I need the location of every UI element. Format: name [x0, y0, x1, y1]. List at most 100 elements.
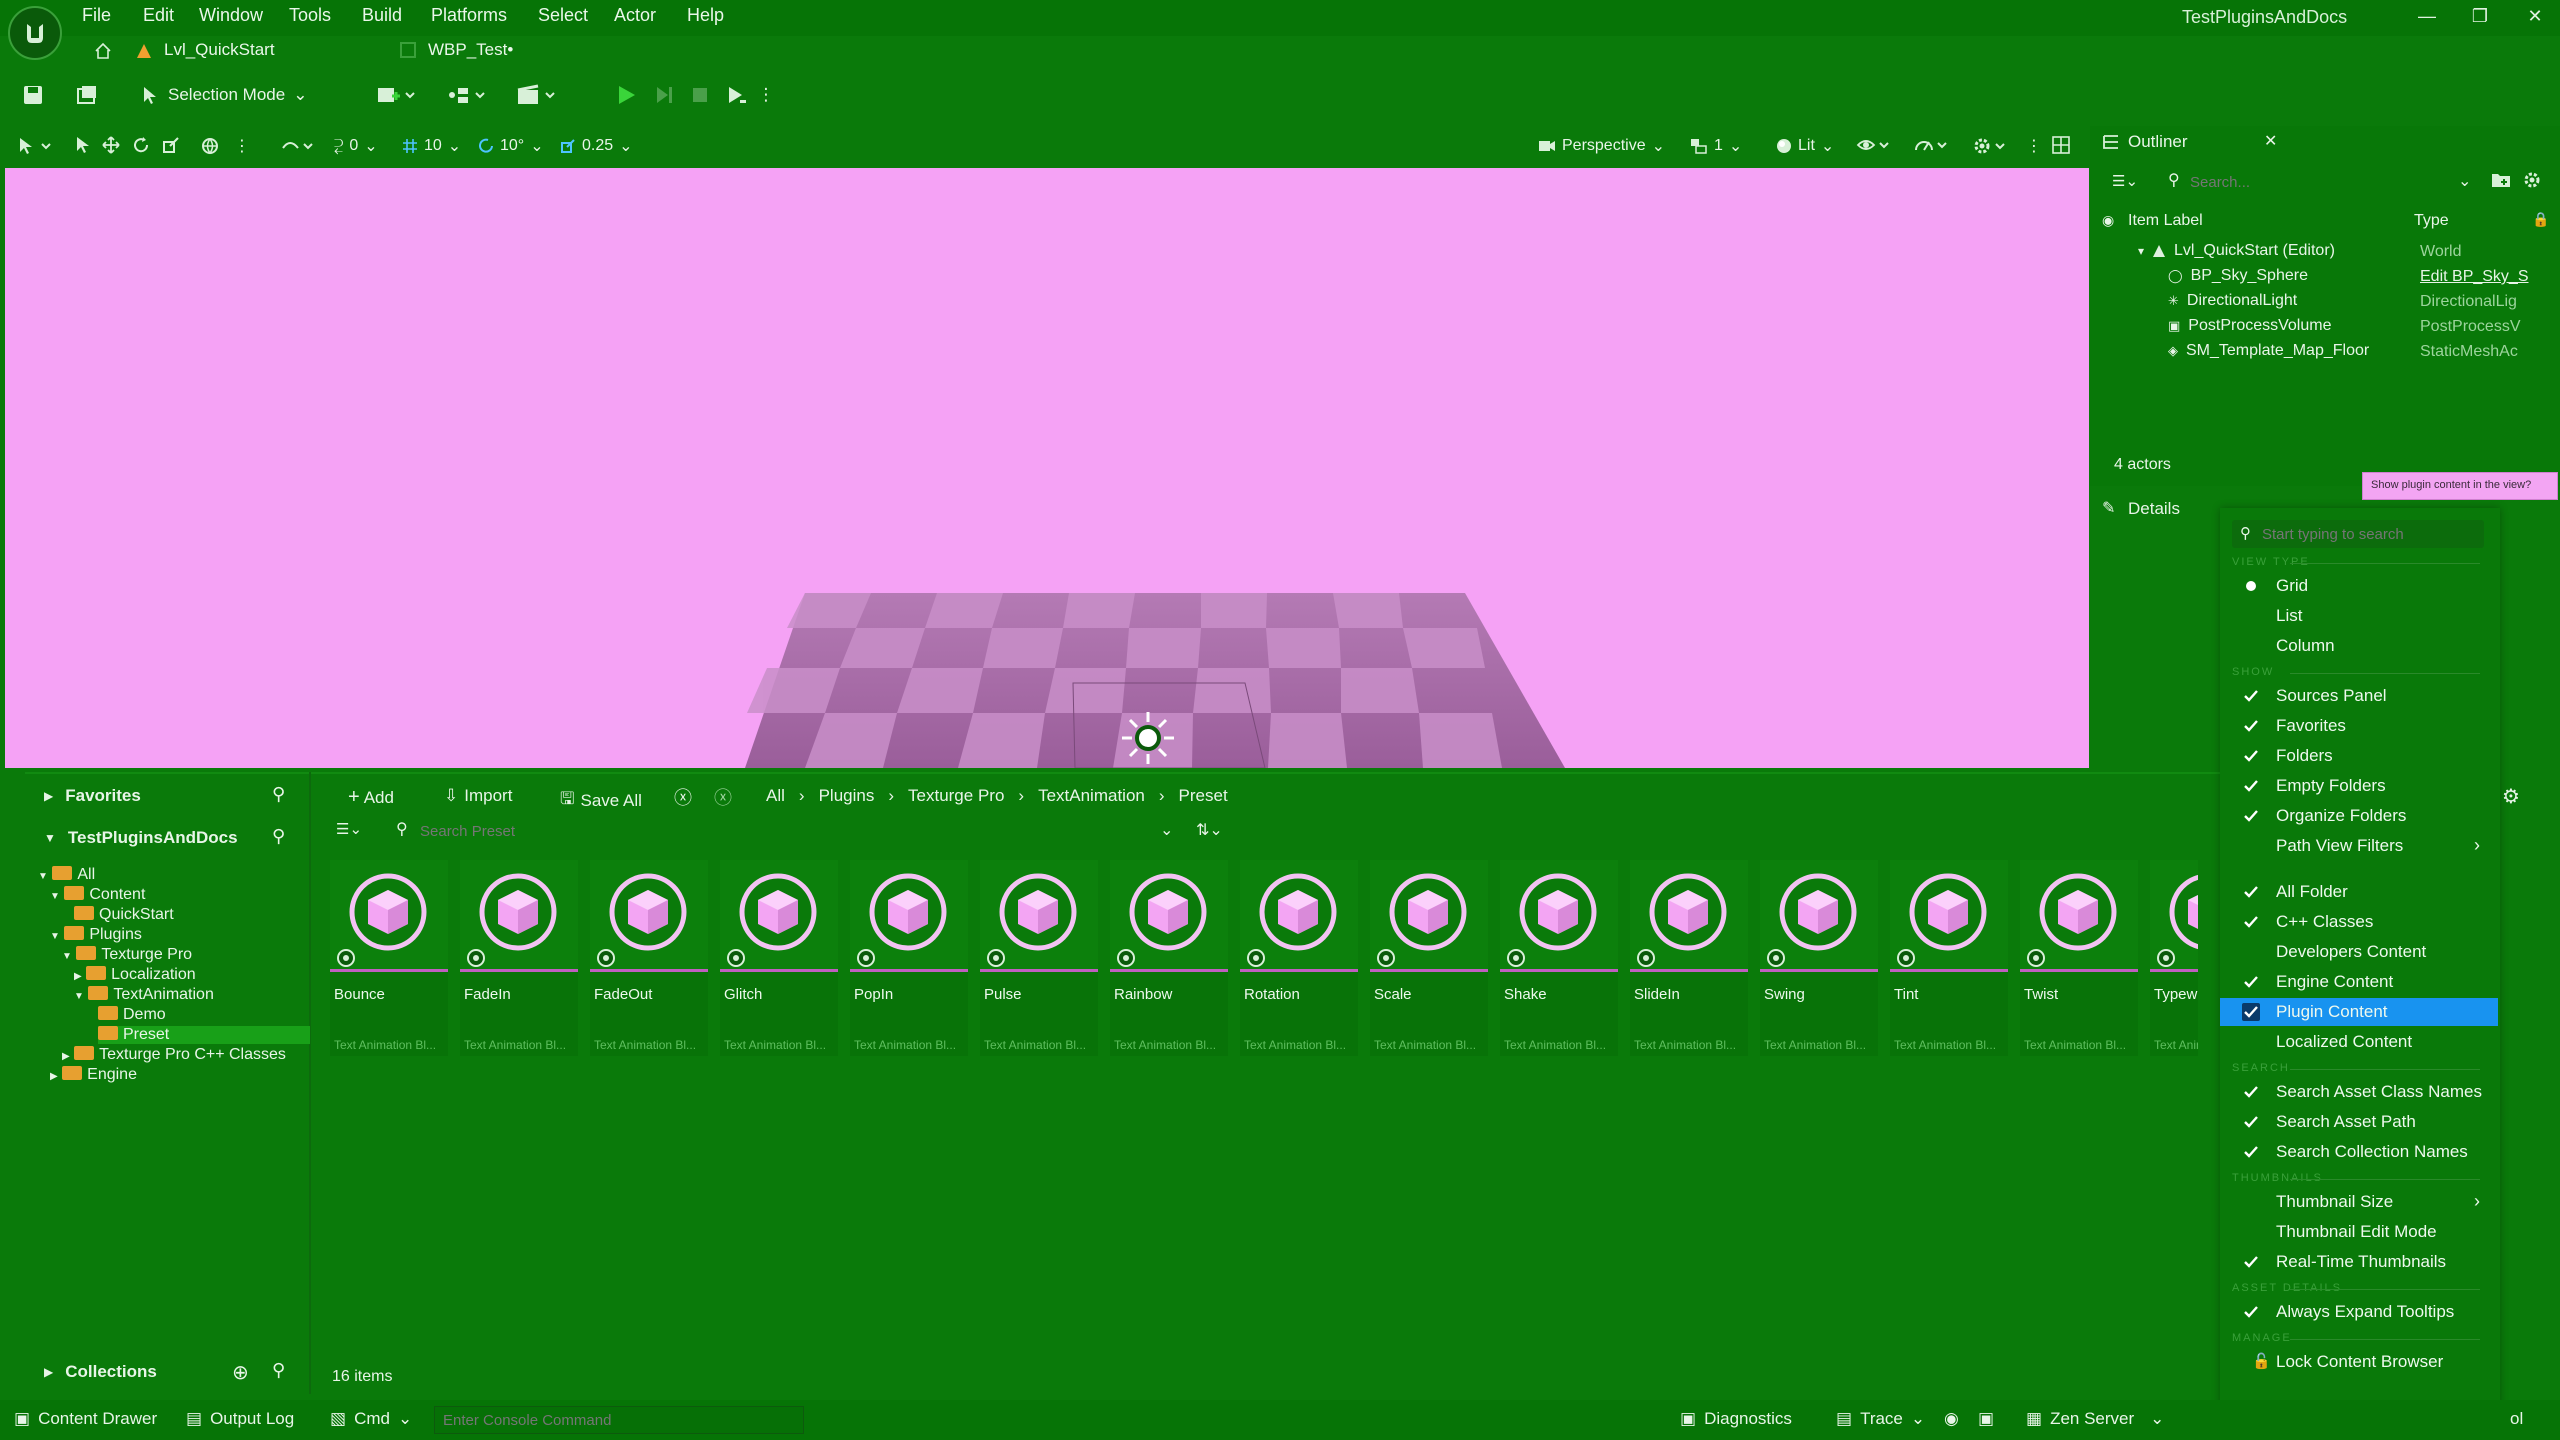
menu-item-path-view-filters[interactable]: Path View Filters ›: [2220, 832, 2498, 860]
menu-file[interactable]: File: [82, 5, 111, 26]
menu-edit[interactable]: Edit: [143, 5, 174, 26]
directional-light-icon[interactable]: [1118, 708, 1178, 768]
scale-snap[interactable]: 0.25 ⌄: [560, 136, 633, 156]
tree-item-texturge-pro[interactable]: ▼ Texturge Pro: [62, 946, 310, 964]
add-button[interactable]: + Add: [348, 786, 394, 809]
tree-item-all[interactable]: ▼ All: [38, 866, 310, 884]
content-settings-icon[interactable]: ⚙: [2502, 784, 2520, 809]
chevron-down-icon[interactable]: ⌄: [1160, 820, 1173, 840]
add-actor-icon[interactable]: [372, 80, 420, 110]
breadcrumb-item[interactable]: All: [766, 786, 785, 806]
asset-tile[interactable]: FadeOut Text Animation Bl...: [590, 860, 708, 1056]
settings-gear-icon[interactable]: [1972, 136, 2008, 156]
play-icon[interactable]: [612, 80, 640, 110]
breadcrumb-item[interactable]: TextAnimation: [1038, 786, 1145, 806]
tree-item-preset[interactable]: Preset: [98, 1026, 310, 1044]
project-header[interactable]: ▼ TestPluginsAndDocs: [44, 828, 238, 848]
menu-item-always-expand-tooltips[interactable]: Always Expand Tooltips: [2220, 1298, 2498, 1326]
column-type[interactable]: Type: [2414, 212, 2449, 230]
menu-item-search-collection-names[interactable]: Search Collection Names: [2220, 1138, 2498, 1166]
output-log-button[interactable]: ▤ Output Log: [186, 1409, 294, 1429]
asset-search-input[interactable]: [420, 818, 1160, 844]
tree-item-demo[interactable]: Demo: [98, 1006, 310, 1024]
menu-item-sources-panel[interactable]: Sources Panel: [2220, 682, 2498, 710]
edit-blueprint-link[interactable]: Edit BP_Sky_S: [2420, 268, 2529, 286]
tab-level[interactable]: Lvl_QuickStart: [164, 40, 275, 60]
menu-item-localized-content[interactable]: Localized Content: [2220, 1028, 2498, 1056]
asset-tile[interactable]: Bounce Text Animation Bl...: [330, 860, 448, 1056]
visibility-eye-icon[interactable]: ◉: [2102, 212, 2114, 229]
column-item-label[interactable]: Item Label: [2128, 212, 2203, 230]
menu-actor[interactable]: Actor: [614, 5, 656, 26]
collections-header[interactable]: ▶ Collections: [44, 1362, 157, 1382]
menu-item-all-folder[interactable]: All Folder: [2220, 878, 2498, 906]
step-icon[interactable]: [650, 80, 678, 110]
menu-help[interactable]: Help: [687, 5, 724, 26]
tree-item-content[interactable]: ▼ Content: [50, 886, 310, 904]
filter-icon[interactable]: ☰⌄: [336, 820, 362, 838]
asset-tile[interactable]: Twist Text Animation Bl...: [2020, 860, 2138, 1056]
save-all-button[interactable]: 🖫 Save All: [560, 786, 642, 815]
asset-tile[interactable]: PopIn Text Animation Bl...: [850, 860, 968, 1056]
unreal-logo-icon[interactable]: [8, 6, 62, 60]
outliner-filter-icon[interactable]: ☰⌄: [2112, 172, 2138, 190]
outliner-settings-icon[interactable]: [2522, 170, 2542, 190]
asset-tile[interactable]: SlideIn Text Animation Bl...: [1630, 860, 1748, 1056]
import-button[interactable]: ⇩ Import: [444, 786, 512, 806]
more-options-icon[interactable]: ⋮: [758, 80, 775, 110]
menu-tools[interactable]: Tools: [289, 5, 331, 26]
perspective-dropdown[interactable]: Perspective ⌄: [1538, 136, 1665, 156]
sort-icon[interactable]: ⇅⌄: [1196, 820, 1223, 840]
menu-window[interactable]: Window: [199, 5, 263, 26]
menu-item-list[interactable]: List: [2220, 602, 2498, 630]
move-tool-icon[interactable]: [102, 136, 120, 154]
select-tool-icon[interactable]: [74, 136, 92, 154]
asset-tile[interactable]: Pulse Text Animation Bl...: [980, 860, 1098, 1056]
search-icon[interactable]: ⚲: [272, 784, 285, 805]
tree-item-plugins[interactable]: ▼ Plugins: [50, 926, 310, 944]
menu-item-search-asset-class-names[interactable]: Search Asset Class Names: [2220, 1078, 2498, 1106]
outliner-row[interactable]: ▾ Lvl_QuickStart (Editor): [2138, 242, 2335, 260]
transform-mode-icon[interactable]: [18, 136, 54, 156]
breadcrumb-item[interactable]: Plugins: [819, 786, 875, 806]
asset-tile[interactable]: Tint Text Animation Bl...: [1890, 860, 2008, 1056]
content-browser-icon[interactable]: [72, 80, 102, 110]
menu-item-column[interactable]: Column: [2220, 632, 2498, 660]
home-icon[interactable]: [92, 40, 114, 62]
details-title[interactable]: Details: [2128, 499, 2180, 519]
show-flags-icon[interactable]: [1856, 136, 1892, 154]
menu-item-empty-folders[interactable]: Empty Folders: [2220, 772, 2498, 800]
breadcrumb-item[interactable]: Preset: [1179, 786, 1228, 806]
menu-item-favorites[interactable]: Favorites: [2220, 712, 2498, 740]
menu-item-thumbnail-edit-mode[interactable]: Thumbnail Edit Mode: [2220, 1218, 2498, 1246]
console-command-input[interactable]: [434, 1406, 804, 1434]
lock-icon[interactable]: 🔒: [2532, 211, 2549, 228]
menu-search-input[interactable]: [2262, 523, 2472, 545]
blueprints-icon[interactable]: [442, 80, 490, 110]
screenshot-icon[interactable]: ▣: [1978, 1409, 1994, 1429]
zen-server-dropdown[interactable]: ▦ Zen Server ⌄: [2026, 1409, 2164, 1429]
outliner-search-input[interactable]: [2190, 170, 2460, 194]
menu-item-organize-folders[interactable]: Organize Folders: [2220, 802, 2498, 830]
menu-item-engine-content[interactable]: Engine Content: [2220, 968, 2498, 996]
asset-tile[interactable]: Rainbow Text Animation Bl...: [1110, 860, 1228, 1056]
menu-item-developers-content[interactable]: Developers Content: [2220, 938, 2498, 966]
menu-item-grid[interactable]: Grid: [2220, 572, 2498, 600]
grid-snap[interactable]: 10 ⌄: [402, 136, 461, 156]
outliner-row[interactable]: ✳ DirectionalLight: [2168, 292, 2297, 310]
menu-platforms[interactable]: Platforms: [431, 5, 507, 26]
asset-tile[interactable]: Rotation Text Animation Bl...: [1240, 860, 1358, 1056]
chevron-down-icon[interactable]: ⌄: [2458, 171, 2471, 191]
menu-item-folders[interactable]: Folders: [2220, 742, 2498, 770]
restore-icon[interactable]: ❐: [2465, 2, 2495, 30]
outliner-row[interactable]: ▣ PostProcessVolume: [2168, 317, 2331, 335]
menu-build[interactable]: Build: [362, 5, 402, 26]
asset-tile[interactable]: Glitch Text Animation Bl...: [720, 860, 838, 1056]
surface-snap-icon[interactable]: [280, 136, 316, 156]
eject-icon[interactable]: [722, 80, 750, 110]
tree-item-textanimation[interactable]: ▼ TextAnimation: [74, 986, 310, 1004]
world-local-icon[interactable]: [200, 136, 220, 156]
asset-tile[interactable]: Typewrite Text Animat: [2150, 860, 2198, 1056]
menu-item-real-time-thumbnails[interactable]: Real-Time Thumbnails: [2220, 1248, 2498, 1276]
performance-icon[interactable]: [1914, 136, 1950, 154]
